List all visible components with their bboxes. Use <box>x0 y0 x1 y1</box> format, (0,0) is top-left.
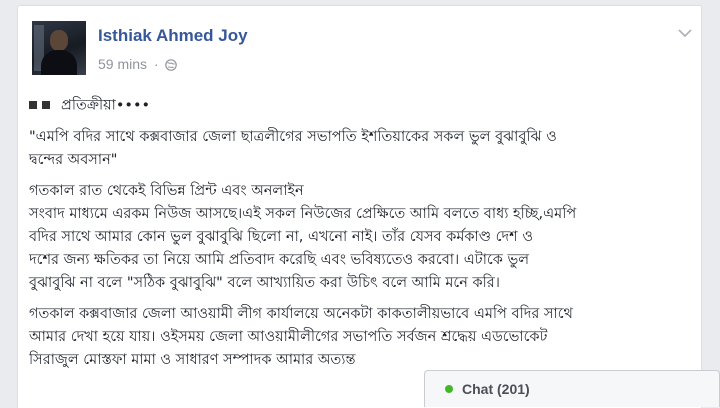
quote-paragraph: "এমপি বদির সাথে কক্সবাজার জেলা ছাত্রলীগে… <box>29 126 689 172</box>
post-timestamp[interactable]: 59 mins <box>98 56 147 72</box>
statement-paragraph: গতকাল রাত থেকেই বিভিন্ন প্রিন্ট এবং অনলা… <box>29 180 689 295</box>
statement-line: দশের জন্য ক্ষতিকর তা নিয়ে আমি প্রতিবাদ … <box>29 251 530 268</box>
meeting-paragraph: গতকাল কক্সবাজার জেলা আওয়ামী লীগ কার্যাল… <box>29 303 689 372</box>
statement-line: বুঝাবুঝি না বলে "সঠিক বুঝাবুঝি" বলে আখ্য… <box>29 274 500 291</box>
chevron-down-icon[interactable] <box>677 26 693 40</box>
post-meta: 59 mins · <box>98 56 177 72</box>
avatar-body <box>41 50 77 75</box>
author-name-link[interactable]: Isthiak Ahmed Joy <box>98 26 248 46</box>
statement-line: বদির সাথে আমার কোন ভুল বুঝাবুঝি ছিলো না,… <box>29 228 534 245</box>
meeting-line: সিরাজুল মোস্তফা মামা ও সাধারণ সম্পাদক আম… <box>29 351 356 368</box>
statement-line: সংবাদ মাধ্যমে এরকম নিউজ আসছে।এই সকল নিউজ… <box>29 205 577 222</box>
statement-line: গতকাল রাত থেকেই বিভিন্ন প্রিন্ট এবং অনলা… <box>29 182 304 199</box>
globe-icon[interactable] <box>164 58 177 71</box>
reaction-paragraph: প্রতিক্রীয়া•••• <box>29 94 689 118</box>
chat-tab[interactable]: Chat (201) <box>424 370 720 407</box>
online-status-icon <box>445 385 453 393</box>
avatar[interactable] <box>32 21 86 75</box>
post-text: প্রতিক্রীয়া•••• "এমপি বদির সাথে কক্সবাজ… <box>29 94 689 380</box>
meta-separator: · <box>154 56 159 72</box>
quote-line: "এমপি বদির সাথে কক্সবাজার জেলা ছাত্রলীগে… <box>29 128 557 145</box>
square-bullets-icon <box>29 94 55 117</box>
chat-label: Chat (201) <box>462 381 530 397</box>
meeting-line: আমার দেখা হয়ে যায়। ওইসময় জেলা আওয়ামী… <box>29 328 548 345</box>
post-card: Isthiak Ahmed Joy 59 mins · প্রতিক্রীয়া… <box>17 5 702 408</box>
meeting-line: গতকাল কক্সবাজার জেলা আওয়ামী লীগ কার্যাল… <box>29 305 573 322</box>
avatar-head <box>50 30 68 51</box>
quote-line: দ্বন্দের অবসান" <box>29 151 118 168</box>
reaction-text: প্রতিক্রীয়া•••• <box>61 97 151 114</box>
